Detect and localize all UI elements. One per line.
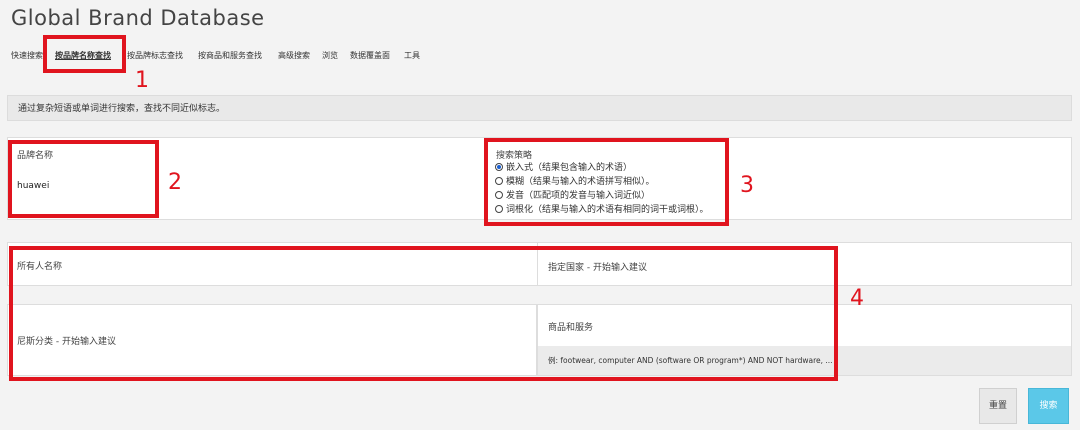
tab-tools[interactable]: 工具 bbox=[404, 50, 420, 61]
tab-goods-services[interactable]: 按商品和服务查找 bbox=[198, 50, 262, 61]
annotation-box-4 bbox=[9, 246, 838, 381]
tab-browse[interactable]: 浏览 bbox=[322, 50, 338, 61]
search-button[interactable]: 搜索 bbox=[1028, 388, 1069, 424]
tab-quick-search[interactable]: 快速搜索 bbox=[11, 50, 43, 61]
annotation-number-3: 3 bbox=[740, 173, 754, 198]
tab-data-coverage[interactable]: 数据覆盖面 bbox=[350, 50, 390, 61]
annotation-box-3 bbox=[484, 138, 729, 226]
tab-brand-logo[interactable]: 按品牌标志查找 bbox=[127, 50, 183, 61]
tab-advanced-search[interactable]: 高级搜索 bbox=[278, 50, 310, 61]
annotation-number-2: 2 bbox=[168, 170, 182, 195]
annotation-box-2 bbox=[8, 140, 159, 218]
annotation-box-1 bbox=[43, 35, 126, 73]
page-title: Global Brand Database bbox=[11, 6, 265, 30]
annotation-number-1: 1 bbox=[135, 68, 149, 93]
reset-button[interactable]: 重置 bbox=[979, 388, 1017, 424]
info-bar: 通过复杂短语或单词进行搜索，查找不同近似标志。 bbox=[7, 95, 1072, 121]
annotation-number-4: 4 bbox=[850, 286, 864, 311]
